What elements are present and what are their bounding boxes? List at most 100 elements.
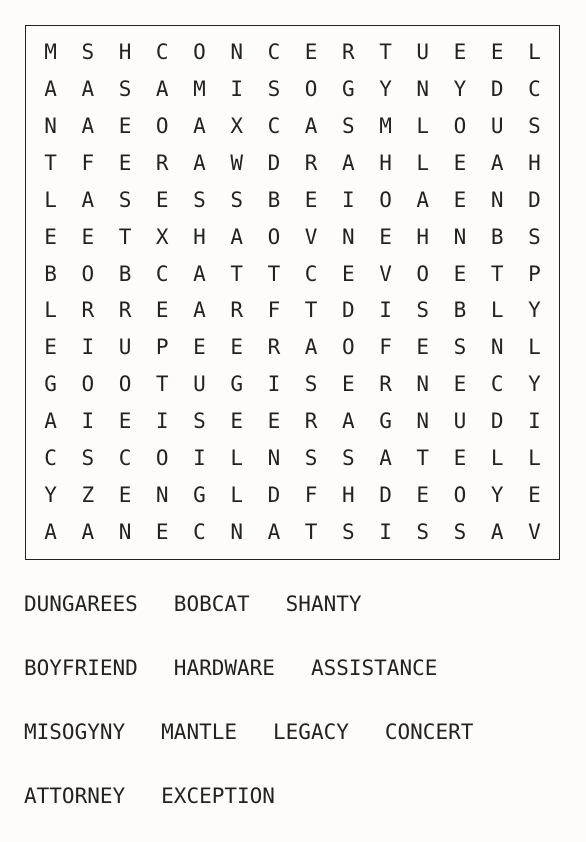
grid-cell[interactable]: A [181, 108, 218, 145]
grid-cell[interactable]: E [32, 219, 69, 256]
grid-cell[interactable]: E [330, 256, 367, 293]
grid-cell[interactable]: S [330, 440, 367, 477]
grid-cell[interactable]: T [218, 256, 255, 293]
grid-cell[interactable]: L [516, 440, 553, 477]
grid-cell[interactable]: E [106, 403, 143, 440]
grid-cell[interactable]: S [218, 182, 255, 219]
grid-cell[interactable]: E [106, 108, 143, 145]
grid-cell[interactable]: N [32, 108, 69, 145]
grid-cell[interactable]: E [441, 256, 478, 293]
grid-cell[interactable]: Z [69, 477, 106, 514]
grid-cell[interactable]: B [106, 256, 143, 293]
grid-cell[interactable]: E [218, 329, 255, 366]
grid-cell[interactable]: A [293, 108, 330, 145]
grid-cell[interactable]: S [293, 366, 330, 403]
grid-cell[interactable]: S [106, 182, 143, 219]
grid-cell[interactable]: T [293, 514, 330, 551]
grid-cell[interactable]: S [330, 514, 367, 551]
grid-cell[interactable]: N [479, 182, 516, 219]
grid-cell[interactable]: O [293, 71, 330, 108]
grid-cell[interactable]: S [293, 440, 330, 477]
grid-cell[interactable]: M [367, 108, 404, 145]
grid-cell[interactable]: T [144, 366, 181, 403]
grid-cell[interactable]: E [367, 219, 404, 256]
grid-cell[interactable]: O [330, 329, 367, 366]
grid-cell[interactable]: A [367, 440, 404, 477]
grid-cell[interactable]: A [479, 514, 516, 551]
grid-cell[interactable]: E [32, 329, 69, 366]
grid-cell[interactable]: R [255, 329, 292, 366]
grid-cell[interactable]: E [181, 329, 218, 366]
grid-cell[interactable]: C [516, 71, 553, 108]
grid-cell[interactable]: I [218, 71, 255, 108]
grid-cell[interactable]: T [404, 440, 441, 477]
grid-cell[interactable]: B [32, 256, 69, 293]
grid-cell[interactable]: O [181, 34, 218, 71]
grid-cell[interactable]: R [218, 292, 255, 329]
grid-cell[interactable]: C [479, 366, 516, 403]
grid-cell[interactable]: D [516, 182, 553, 219]
grid-cell[interactable]: L [516, 329, 553, 366]
grid-cell[interactable]: U [106, 329, 143, 366]
grid-cell[interactable]: E [441, 145, 478, 182]
grid-cell[interactable]: G [367, 403, 404, 440]
grid-cell[interactable]: M [181, 71, 218, 108]
grid-cell[interactable]: S [404, 514, 441, 551]
grid-cell[interactable]: L [218, 440, 255, 477]
grid-cell[interactable]: E [255, 403, 292, 440]
grid-cell[interactable]: D [255, 477, 292, 514]
grid-cell[interactable]: Y [516, 366, 553, 403]
grid-cell[interactable]: N [404, 403, 441, 440]
grid-cell[interactable]: V [516, 514, 553, 551]
grid-cell[interactable]: R [293, 145, 330, 182]
grid-cell[interactable]: S [181, 403, 218, 440]
grid-cell[interactable]: C [181, 514, 218, 551]
grid-cell[interactable]: N [404, 366, 441, 403]
grid-cell[interactable]: O [367, 182, 404, 219]
grid-cell[interactable]: A [69, 71, 106, 108]
grid-cell[interactable]: O [144, 108, 181, 145]
grid-cell[interactable]: N [441, 219, 478, 256]
grid-cell[interactable]: L [516, 34, 553, 71]
grid-cell[interactable]: N [218, 514, 255, 551]
grid-cell[interactable]: A [330, 403, 367, 440]
grid-cell[interactable]: H [106, 34, 143, 71]
grid-cell[interactable]: I [367, 292, 404, 329]
grid-cell[interactable]: C [293, 256, 330, 293]
grid-cell[interactable]: B [441, 292, 478, 329]
grid-cell[interactable]: R [330, 34, 367, 71]
grid-cell[interactable]: Y [441, 71, 478, 108]
grid-cell[interactable]: B [479, 219, 516, 256]
grid-cell[interactable]: S [255, 71, 292, 108]
grid-cell[interactable]: L [218, 477, 255, 514]
grid-cell[interactable]: E [441, 34, 478, 71]
grid-cell[interactable]: I [516, 403, 553, 440]
grid-cell[interactable]: C [255, 34, 292, 71]
grid-cell[interactable]: E [441, 366, 478, 403]
grid-cell[interactable]: A [218, 219, 255, 256]
grid-cell[interactable]: A [255, 514, 292, 551]
grid-cell[interactable]: E [516, 477, 553, 514]
grid-cell[interactable]: A [181, 292, 218, 329]
grid-cell[interactable]: N [218, 34, 255, 71]
grid-cell[interactable]: E [144, 182, 181, 219]
grid-cell[interactable]: W [218, 145, 255, 182]
grid-cell[interactable]: F [293, 477, 330, 514]
grid-cell[interactable]: A [181, 256, 218, 293]
grid-cell[interactable]: F [367, 329, 404, 366]
grid-cell[interactable]: S [330, 108, 367, 145]
grid-cell[interactable]: E [293, 182, 330, 219]
grid-cell[interactable]: A [479, 145, 516, 182]
grid-cell[interactable]: O [106, 366, 143, 403]
grid-cell[interactable]: V [293, 219, 330, 256]
grid-cell[interactable]: C [255, 108, 292, 145]
grid-cell[interactable]: H [367, 145, 404, 182]
grid-cell[interactable]: O [69, 366, 106, 403]
grid-cell[interactable]: L [479, 440, 516, 477]
grid-cell[interactable]: S [404, 292, 441, 329]
grid-cell[interactable]: U [404, 34, 441, 71]
grid-cell[interactable]: I [69, 329, 106, 366]
grid-cell[interactable]: N [144, 477, 181, 514]
grid-cell[interactable]: Y [367, 71, 404, 108]
grid-cell[interactable]: A [32, 514, 69, 551]
